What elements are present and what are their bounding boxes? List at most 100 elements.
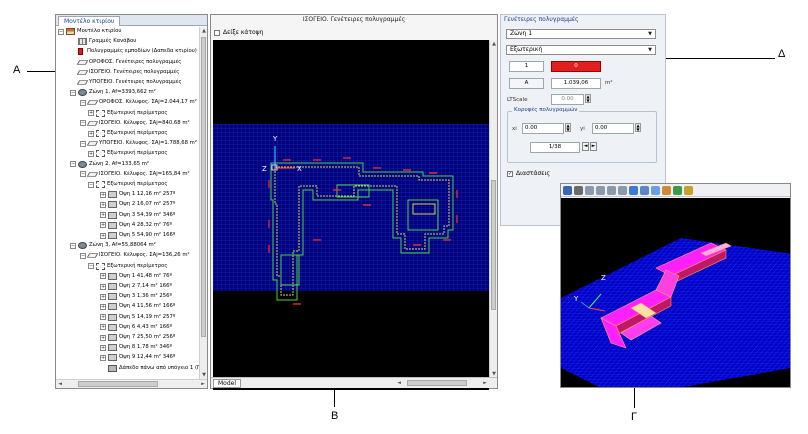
tree-node[interactable]: − Ζώνη 1, Af=3393,662 m² [70,88,156,97]
tree-node[interactable]: + Εξωτερική περίμετρος [88,149,167,158]
tree-node[interactable]: + Όψη 1 12,16 m² 257º [100,190,175,199]
expand-toggle-icon[interactable]: + [88,130,94,137]
tree-node[interactable]: + Όψη 1 41,48 m² 76º [100,272,172,281]
tree-node[interactable]: + Όψη 4 11,56 m² 166º [100,302,175,311]
layers-icon[interactable] [673,185,682,195]
scroll-thumb-h[interactable] [78,381,158,387]
expand-toggle-icon[interactable]: + [100,344,106,351]
expand-toggle-icon[interactable]: − [88,263,94,270]
color-icon[interactable] [684,185,693,195]
expand-toggle-icon[interactable]: + [100,201,106,208]
tab-building-model[interactable]: Μοντέλο κτιρίου [58,16,121,26]
scroll-left-icon[interactable]: ◄ [395,379,403,387]
tree-node[interactable]: + Όψη 4 28,32 m² 76º [100,221,172,230]
type-select[interactable]: Εξωτερική ▼ [506,45,656,55]
scroll-left-icon[interactable]: ◄ [56,380,64,388]
tree-node[interactable]: − Ζώνη 2, Af=133,65 m² [70,160,149,169]
scroll-thumb-h[interactable] [407,380,467,386]
expand-toggle-icon[interactable]: − [80,140,86,147]
scroll-right-icon[interactable]: ► [481,379,489,387]
dimensions-checkbox[interactable]: ✓ [507,170,513,177]
tree-node[interactable]: + Όψη 8 1,78 m² 346º [100,343,172,352]
ltscale-field[interactable]: 0.00 [551,94,584,105]
tab-model[interactable]: Model [213,379,242,388]
zone-select[interactable]: Ζώνη 1 ▼ [506,29,656,39]
dimensions-checkbox-row[interactable]: ✓ Διαστάσεις [507,170,550,177]
expand-toggle-icon[interactable]: + [88,150,94,157]
tree-node[interactable]: − ΙΣΟΓΕΙΟ. Κέλυφος. ΣΑj=840,68 m² [80,119,190,128]
expand-toggle-icon[interactable]: + [100,303,106,310]
next-vertex-button[interactable]: ► [590,142,597,151]
tree-node[interactable]: + Όψη 7 25,50 m² 256º [100,333,175,342]
xi-spinner[interactable]: ▲ ▼ [565,123,571,132]
cube-icon[interactable] [651,185,660,195]
tree-node[interactable]: − ΙΣΟΓΕΙΟ. Κέλυφος. ΣΑj=165,84 m² [80,170,190,179]
expand-toggle-icon[interactable]: − [80,99,86,106]
expand-toggle-icon[interactable]: + [100,354,106,361]
tree-node[interactable]: ΥΠΟΓΕΙΟ. Γενέτειρες πολυγραμμές [70,78,182,87]
scroll-thumb[interactable] [491,180,496,310]
scroll-right-icon[interactable]: ► [199,380,207,388]
xi-field[interactable]: 0.00 [522,123,564,134]
tree-node[interactable]: − Εξωτερική περίμετρος [88,180,167,189]
view-back-icon[interactable] [596,185,605,195]
tree-node[interactable]: − ΥΠΟΓΕΙΟ. Κέλυφος. ΣΑj=1.788,68 m² [80,139,197,148]
tree-node[interactable]: + Όψη 3 1,36 m² 256º [100,292,172,301]
yi-spinner[interactable]: ▲ ▼ [635,123,641,132]
tree-node[interactable]: ΟΡΟΦΟΣ. Γενέτειρες πολυγραμμές [70,58,181,67]
expand-toggle-icon[interactable]: + [88,110,94,117]
index-field[interactable]: 1 [509,61,544,72]
tree-node[interactable]: + Όψη 5 14,19 m² 257º [100,313,175,322]
expand-toggle-icon[interactable]: − [70,242,76,249]
plan-vertical-scrollbar[interactable]: ▲ ▼ [489,40,497,378]
tree-node[interactable]: + Εξωτερική περίμετρος [88,109,167,118]
3d-canvas[interactable]: Z Y [561,198,790,387]
show-plan-checkbox[interactable] [214,29,220,36]
view-front-icon[interactable] [585,185,594,195]
tree-node[interactable]: − ΟΡΟΦΟΣ. Κέλυφος. ΣΑj=2.044,17 m² [80,98,197,107]
tree-node[interactable]: + Όψη 2 7,14 m² 166º [100,282,172,291]
tree-node[interactable]: + Εξωτερική περίμετρος [88,129,167,138]
save-icon[interactable] [563,185,572,195]
expand-toggle-icon[interactable]: + [100,191,106,198]
box-icon[interactable] [640,185,649,195]
previous-vertex-button[interactable]: ◄ [582,142,589,151]
tree-node[interactable]: + Όψη 6 4,43 m² 166º [100,323,172,332]
tree-node[interactable]: − Μοντέλο κτιρίου [58,27,121,36]
expand-toggle-icon[interactable]: − [58,28,64,35]
tree-node[interactable]: Γραμμές Κανάβου [70,37,136,46]
expand-toggle-icon[interactable]: + [100,212,106,219]
tree-node[interactable]: ΙΣΟΓΕΙΟ. Γενέτειρες πολυγραμμές [70,68,179,77]
tree-node[interactable]: Δάπεδο πάνω από υπόγειο 1 (Π [100,364,199,373]
tree-node[interactable]: + Όψη 9 12,44 m² 346º [100,353,175,362]
expand-toggle-icon[interactable]: + [100,273,106,280]
plan-canvas[interactable]: Y Z X [213,40,489,390]
expand-toggle-icon[interactable]: + [100,283,106,290]
tree-node[interactable]: − ΙΣΟΓΕΙΟ. Κέλυφος. ΣΑj=136,26 m² [80,251,190,260]
expand-toggle-icon[interactable]: + [100,314,106,321]
scroll-up-icon[interactable]: ▲ [200,27,207,35]
expand-toggle-icon[interactable]: − [80,252,86,259]
tree-node[interactable]: + Όψη 2 16,07 m² 257º [100,200,175,209]
tree-vertical-scrollbar[interactable]: ▲ ▼ [199,27,207,379]
tree-node[interactable]: Πολυγραμμές εμποδίων (Δαπεδα κτιρίου) [70,47,197,56]
render-icon[interactable] [662,185,671,195]
expand-toggle-icon[interactable]: − [88,181,94,188]
tree-node[interactable]: + Όψη 5 54,90 m² 166º [100,231,175,240]
scroll-thumb[interactable] [201,37,206,337]
zoom-icon[interactable] [629,185,638,195]
tree-horizontal-scrollbar[interactable]: ◄ ► [56,379,207,388]
expand-toggle-icon[interactable]: − [80,120,86,127]
expand-toggle-icon[interactable]: − [70,89,76,96]
expand-toggle-icon[interactable]: + [100,222,106,229]
yi-field[interactable]: 0.00 [592,123,634,134]
area-field[interactable]: 1.039,06 [551,78,601,89]
tree-node[interactable]: − Ζώνη 3, Af=55,88064 m² [70,241,156,250]
expand-toggle-icon[interactable]: + [100,293,106,300]
expand-toggle-icon[interactable]: + [100,324,106,331]
show-plan-checkbox-row[interactable]: Δείξε κάτοψη [214,29,263,36]
view-right-icon[interactable] [618,185,627,195]
ltscale-spinner[interactable]: ▲ ▼ [585,94,591,103]
scroll-up-icon[interactable]: ▲ [490,40,498,48]
expand-toggle-icon[interactable]: + [100,334,106,341]
